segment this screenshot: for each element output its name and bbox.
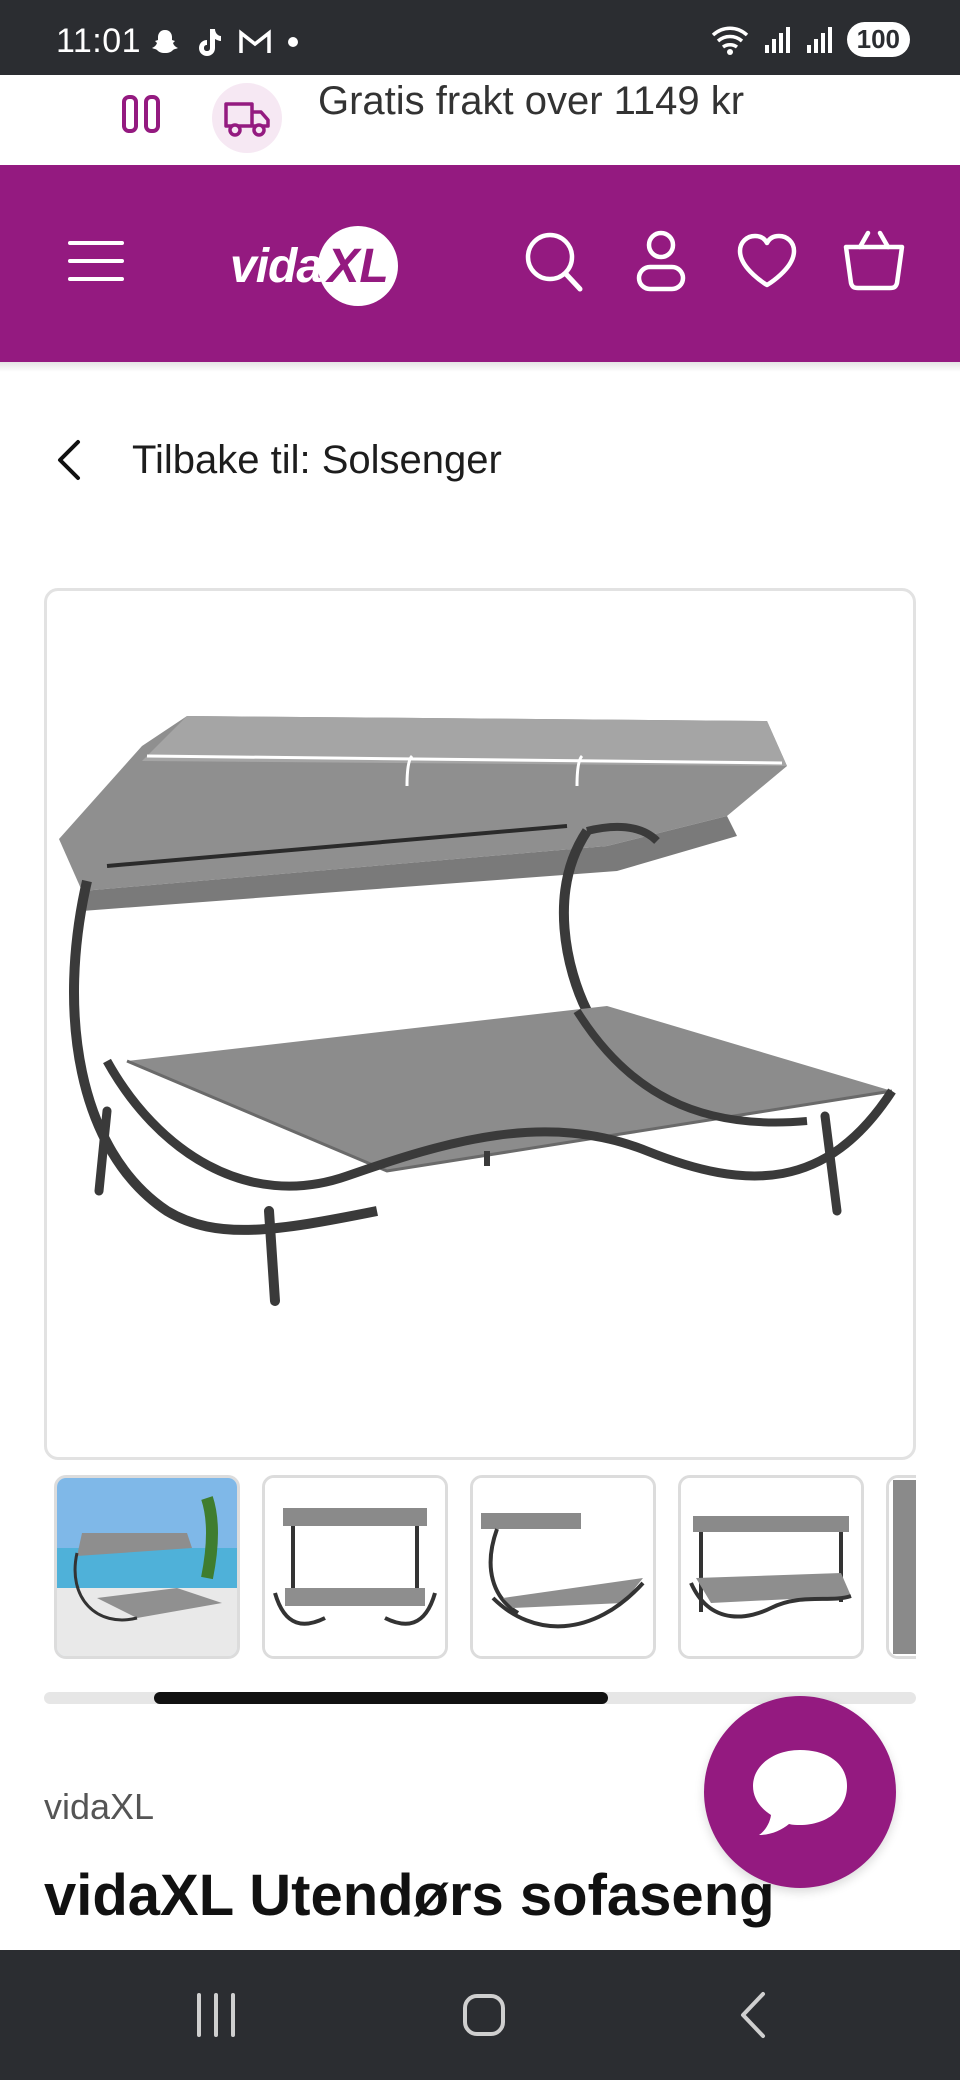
header-shadow [0, 362, 960, 372]
signal-icon-2 [806, 26, 832, 53]
thumbnail-2-image [265, 1478, 445, 1656]
recents-button[interactable] [136, 1950, 296, 2080]
menu-icon[interactable] [68, 239, 124, 283]
chat-button[interactable] [704, 1696, 896, 1888]
product-brand[interactable]: vidaXL [44, 1786, 154, 1828]
dot-icon [288, 37, 298, 47]
thumbnail-2[interactable] [262, 1475, 448, 1659]
logo-wordmark: vida [230, 239, 323, 293]
system-nav-bar [0, 1950, 960, 2080]
status-bar: 11:01 100 [0, 0, 960, 75]
home-button[interactable] [404, 1950, 564, 2080]
system-icons: 100 [709, 22, 910, 57]
delivery-badge [212, 83, 282, 153]
status-time: 11:01 [56, 22, 142, 60]
thumbnail-5-image [889, 1478, 916, 1656]
thumbnail-3-image [473, 1478, 653, 1656]
battery-indicator: 100 [846, 22, 910, 57]
thumbnail-strip[interactable] [54, 1475, 916, 1659]
thumbnail-1-image [57, 1478, 237, 1656]
notification-icons [150, 26, 300, 58]
truck-icon [224, 102, 270, 137]
tiktok-icon [199, 29, 221, 56]
thumbnail-1[interactable] [54, 1475, 240, 1659]
wifi-icon [711, 26, 748, 55]
promo-text: Gratis frakt over 1149 kr [318, 79, 745, 123]
breadcrumb[interactable]: Tilbake til: Solsenger [56, 430, 502, 490]
recents-icon [197, 1993, 235, 2037]
search-icon[interactable] [524, 231, 584, 293]
gmail-icon [239, 29, 271, 53]
pause-icon[interactable] [120, 89, 164, 139]
back-icon [741, 1992, 765, 2038]
home-icon [463, 1994, 505, 2036]
chat-bubble-icon [753, 1750, 847, 1835]
heart-icon[interactable] [736, 233, 798, 289]
thumbnail-5[interactable] [886, 1475, 916, 1659]
daybed-illustration [59, 716, 896, 1306]
gallery-scroll-thumb[interactable] [154, 1692, 608, 1704]
thumbnail-4[interactable] [678, 1475, 864, 1659]
product-main-image[interactable] [44, 588, 916, 1460]
thumbnail-4-image [681, 1478, 861, 1656]
product-title: vidaXL Utendørs sofaseng [44, 1863, 775, 1928]
thumbnail-3[interactable] [470, 1475, 656, 1659]
chevron-left-icon[interactable] [56, 438, 82, 482]
basket-icon[interactable] [842, 229, 906, 291]
logo-xl-badge: XL [318, 226, 399, 306]
signal-icon [764, 26, 790, 53]
promo-banner: Gratis frakt over 1149 kr [0, 75, 960, 165]
account-icon[interactable] [636, 229, 686, 293]
breadcrumb-label[interactable]: Tilbake til: Solsenger [132, 438, 502, 483]
snapchat-icon [152, 30, 178, 53]
vidaxl-logo[interactable]: vida XL [230, 221, 399, 311]
site-header: vida XL [0, 165, 960, 362]
back-button[interactable] [672, 1950, 832, 2080]
